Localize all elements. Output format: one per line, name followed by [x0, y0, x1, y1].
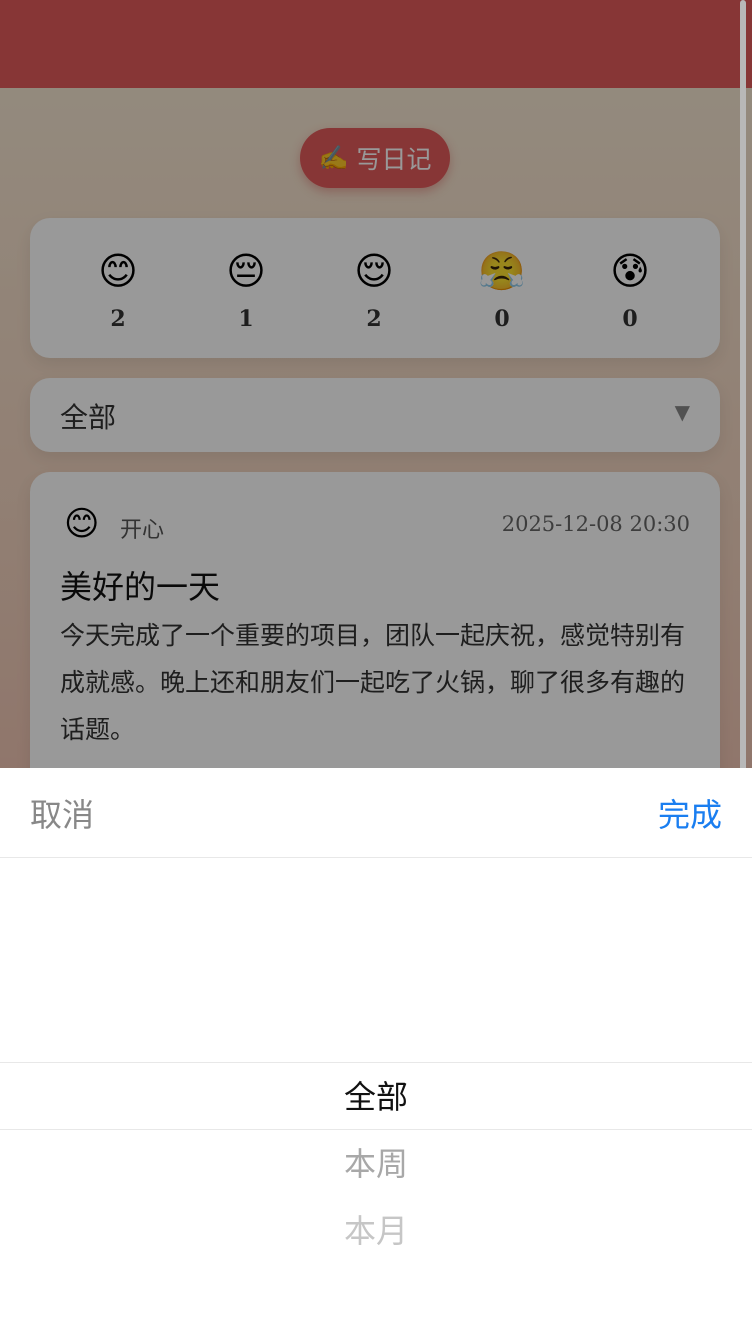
picker-option-all[interactable]: 全部: [0, 1072, 752, 1118]
picker-option-month[interactable]: 本月: [0, 1206, 752, 1252]
picker-wheel[interactable]: 全部 本周 本月: [0, 858, 752, 1336]
picker-toolbar: 取消 完成: [0, 768, 752, 858]
done-button[interactable]: 完成: [658, 790, 722, 836]
cancel-button[interactable]: 取消: [30, 790, 94, 836]
picker-option-week[interactable]: 本周: [0, 1139, 752, 1185]
picker-sheet: 取消 完成 全部 本周 本月: [0, 768, 752, 1336]
